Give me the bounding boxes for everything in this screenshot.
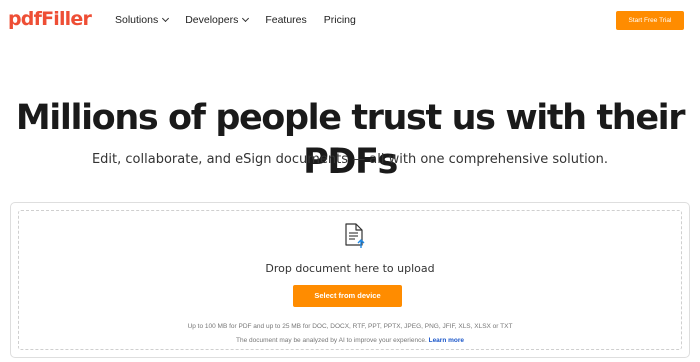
- nav-features-label: Features: [265, 14, 307, 26]
- pdffiller-logo[interactable]: pdfFiller: [8, 8, 92, 30]
- nav-pricing-label: Pricing: [323, 14, 356, 26]
- ai-notice: The document may be analyzed by AI to im…: [19, 336, 681, 346]
- hero-title: Millions of people trust us with their P…: [15, 98, 686, 182]
- document-upload-icon: [345, 223, 365, 248]
- file-limits-text: Up to 100 MB for PDF and up to 25 MB for…: [187, 323, 513, 330]
- nav-pricing[interactable]: Pricing: [324, 13, 356, 27]
- upload-dropzone[interactable]: Drop document here to upload Select from…: [18, 210, 682, 350]
- start-free-trial-button[interactable]: Start Free Trial: [616, 11, 684, 30]
- hero-subtitle: Edit, collaborate, and eSign documents —…: [91, 152, 609, 167]
- learn-more-link[interactable]: Learn more: [429, 337, 464, 344]
- nav-developers-label: Developers: [185, 14, 239, 26]
- chevron-down-icon: [162, 14, 170, 23]
- nav-solutions[interactable]: Solutions: [115, 13, 170, 27]
- drop-instructions: Drop document here to upload: [265, 262, 435, 275]
- nav-features[interactable]: Features: [265, 13, 306, 27]
- main-nav: Solutions Developers Features Pricing: [115, 13, 373, 27]
- chevron-down-icon: [242, 14, 250, 23]
- nav-solutions-label: Solutions: [115, 14, 159, 26]
- select-from-device-button[interactable]: Select from device: [293, 285, 402, 307]
- top-navigation-bar: pdfFiller Solutions Developers Features …: [0, 0, 700, 40]
- upload-panel: Drop document here to upload Select from…: [10, 202, 690, 358]
- nav-developers[interactable]: Developers: [185, 13, 250, 27]
- ai-notice-text: The document may be analyzed by AI to im…: [236, 337, 427, 344]
